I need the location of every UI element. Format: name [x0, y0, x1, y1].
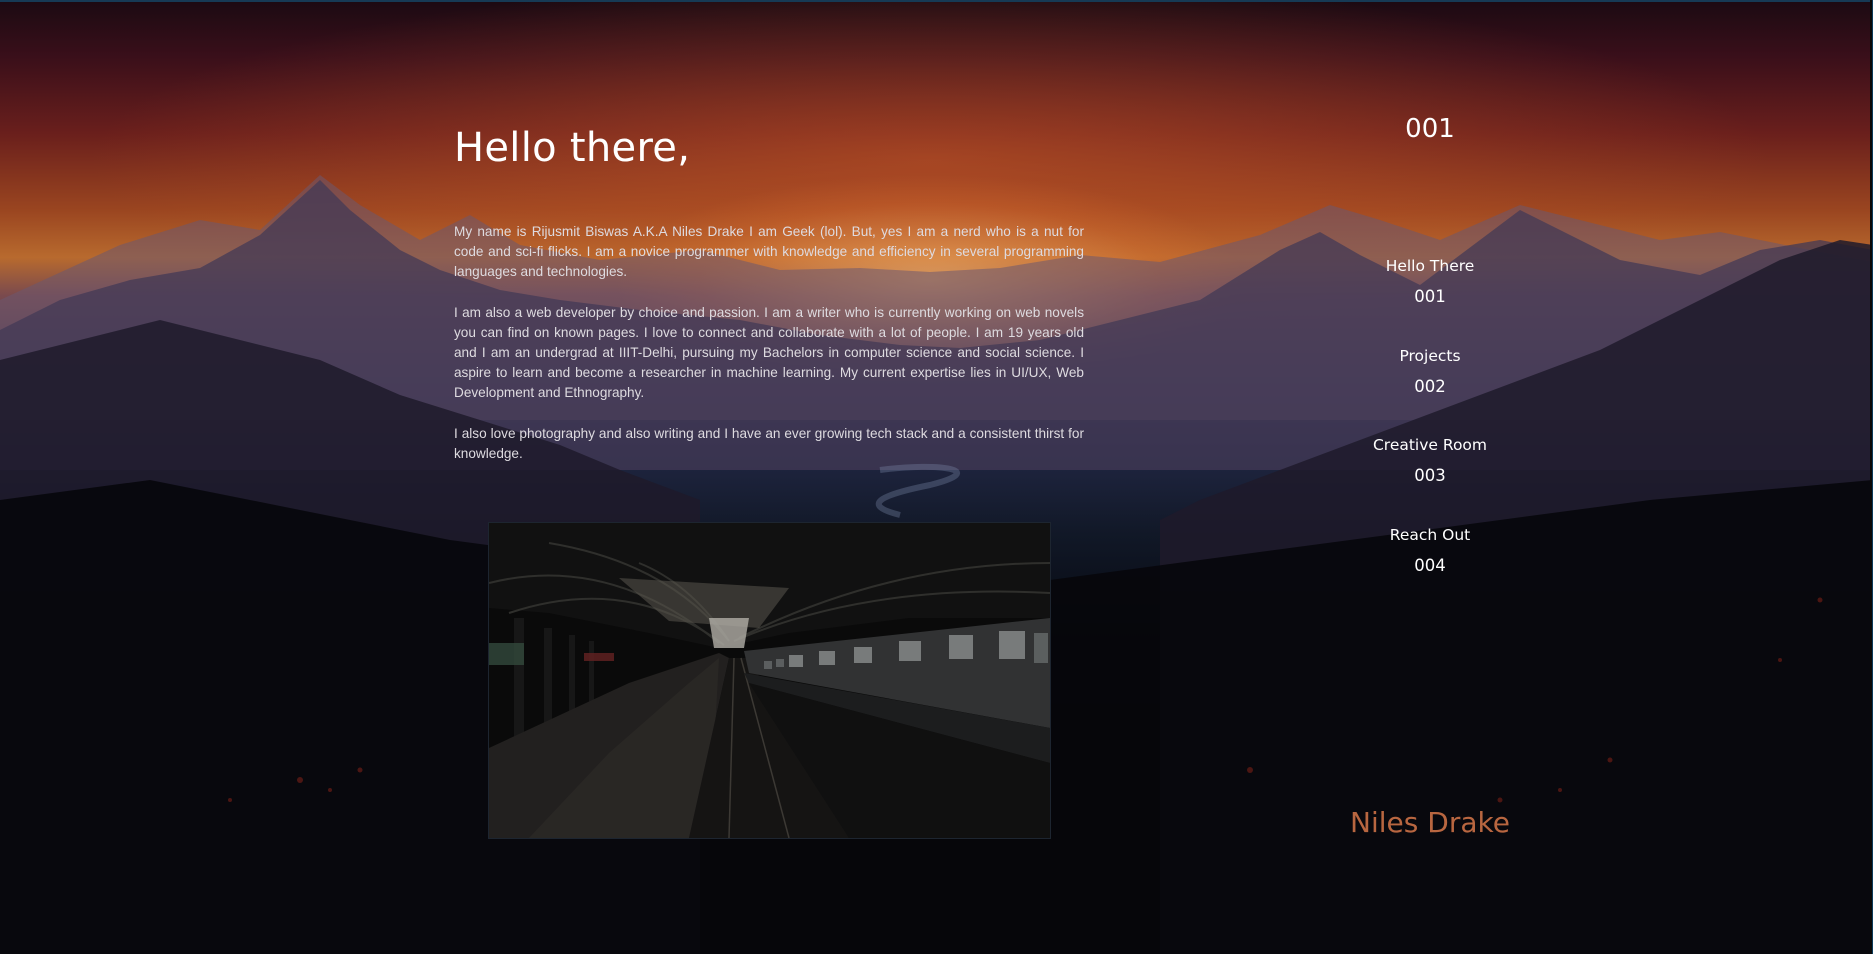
intro-section: Hello there, My name is Rijusmit Biswas … [454, 125, 1084, 484]
portfolio-page: Hello there, My name is Rijusmit Biswas … [0, 0, 1873, 954]
nav-item-number: 001 [1414, 287, 1446, 306]
nav-item-label: Creative Room [1372, 436, 1488, 454]
nav-item-label: Projects [1399, 346, 1461, 365]
nav-item-reach-out[interactable]: Reach Out 004 [1330, 523, 1530, 613]
nav-item-projects[interactable]: Projects 002 [1330, 344, 1530, 434]
nav-item-label: Reach Out [1389, 525, 1471, 544]
intro-heading: Hello there, [454, 125, 691, 171]
train-station-image [489, 523, 1050, 838]
train-station-photo [488, 522, 1051, 839]
nav-item-label: Hello There [1385, 257, 1475, 275]
top-border [0, 0, 1873, 2]
nav-item-number: 004 [1414, 555, 1446, 575]
section-navigation: Hello There 001 Projects 002 Creative Ro… [1330, 254, 1530, 612]
nav-item-hello-there[interactable]: Hello There 001 [1330, 254, 1530, 344]
nav-item-number: 003 [1414, 466, 1446, 485]
nav-item-creative-room[interactable]: Creative Room 003 [1330, 433, 1530, 523]
current-section-number: 001 [1405, 114, 1455, 144]
nav-item-number: 002 [1414, 376, 1446, 396]
signature-name: Niles Drake [1350, 806, 1510, 839]
intro-paragraph: My name is Rijusmit Biswas A.K.A Niles D… [454, 224, 1084, 280]
intro-paragraph: I am also a web developer by choice and … [454, 304, 1084, 401]
intro-paragraphs: My name is Rijusmit Biswas A.K.A Niles D… [454, 222, 1084, 464]
intro-paragraph: I also love photography and also writing… [454, 425, 1084, 461]
